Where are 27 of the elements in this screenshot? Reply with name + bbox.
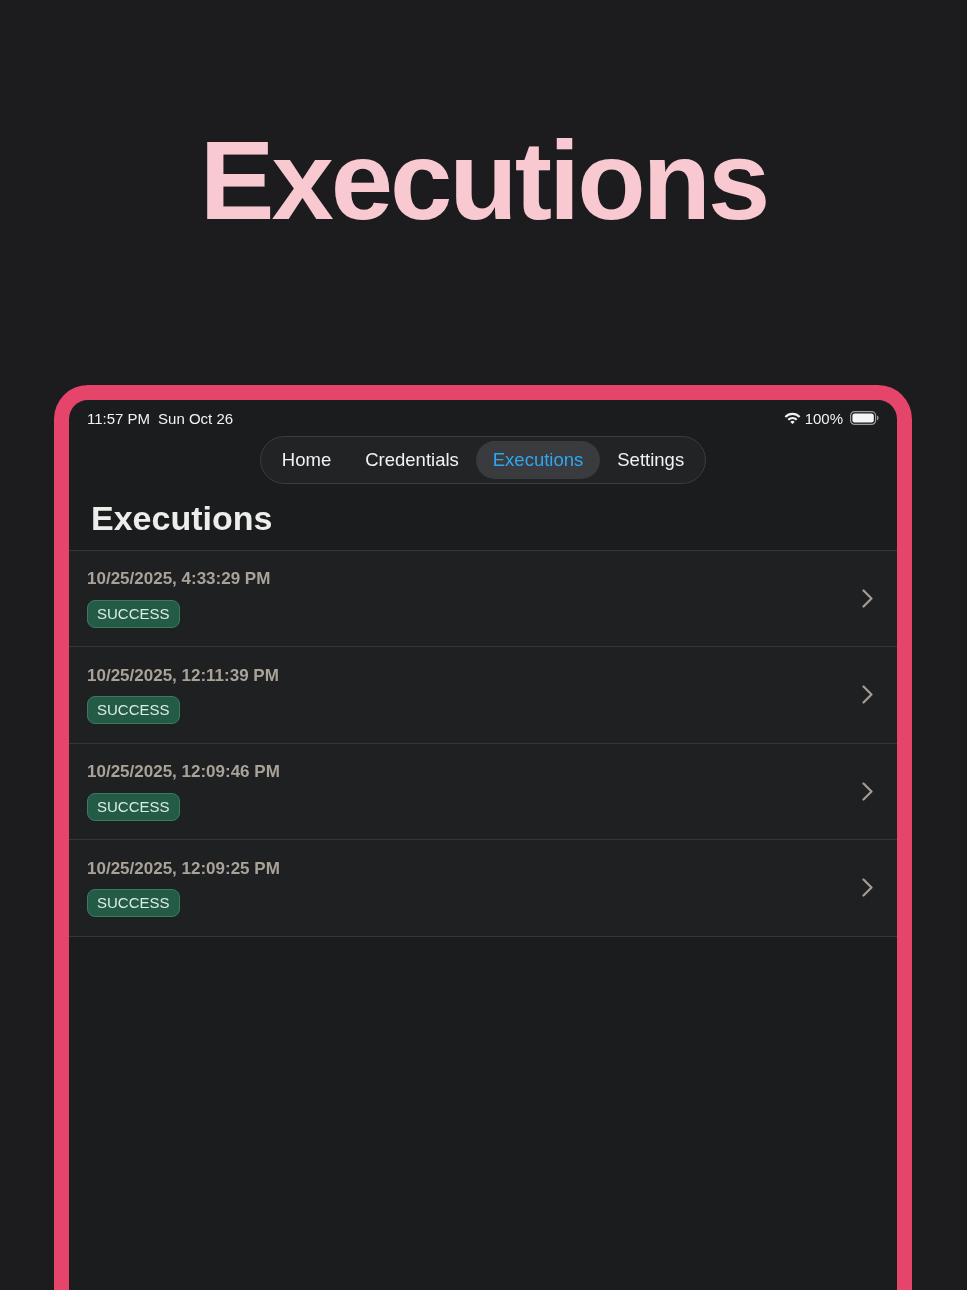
execution-timestamp: 10/25/2025, 12:09:46 PM — [87, 762, 280, 783]
execution-row[interactable]: 10/25/2025, 4:33:29 PM SUCCESS — [69, 550, 897, 648]
battery-icon — [850, 411, 879, 425]
execution-timestamp: 10/25/2025, 4:33:29 PM — [87, 569, 271, 590]
execution-row[interactable]: 10/25/2025, 12:11:39 PM SUCCESS — [69, 647, 897, 744]
status-badge: SUCCESS — [87, 599, 180, 628]
page-title: Executions — [199, 125, 768, 237]
nav-tab[interactable]: Settings — [600, 441, 702, 480]
execution-row[interactable]: 10/25/2025, 12:09:46 PM SUCCESS — [69, 743, 897, 841]
chevron-right-icon — [862, 878, 873, 898]
nav-tab[interactable]: Home — [264, 441, 349, 480]
status-badge: SUCCESS — [87, 792, 180, 821]
chevron-right-icon — [862, 685, 873, 705]
status-badge: SUCCESS — [87, 696, 180, 724]
wifi-icon — [783, 412, 801, 424]
screen-heading: Executions — [90, 498, 274, 540]
execution-timestamp: 10/25/2025, 12:09:25 PM — [87, 858, 280, 879]
execution-row[interactable]: 10/25/2025, 12:09:25 PM SUCCESS — [69, 840, 897, 937]
battery-percent: 100% — [804, 410, 843, 426]
nav-tab[interactable]: Executions — [475, 441, 601, 480]
status-time: 11:57 PM — [87, 410, 151, 426]
chevron-right-icon — [862, 781, 873, 801]
chevron-right-icon — [862, 588, 873, 608]
status-date: Sun Oct 26 — [158, 410, 234, 426]
status-badge: SUCCESS — [87, 889, 180, 917]
nav-tab[interactable]: Credentials — [348, 441, 476, 480]
execution-timestamp: 10/25/2025, 12:11:39 PM — [87, 665, 279, 686]
